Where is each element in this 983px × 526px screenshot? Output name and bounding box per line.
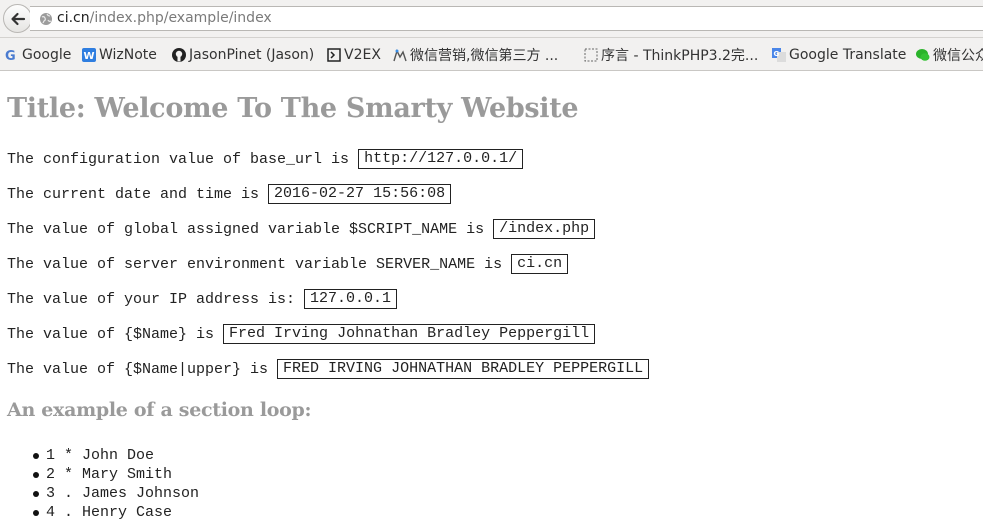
bookmark-label: V2EX	[344, 47, 381, 63]
page-title: Title: Welcome To The Smarty Website	[7, 93, 579, 124]
list-item: 4 . Henry Case	[33, 503, 199, 522]
svg-text:G: G	[5, 49, 16, 62]
line-value: FRED IRVING JOHNATHAN BRADLEY PEPPERGILL	[277, 359, 650, 379]
line-label: The current date and time is	[7, 185, 260, 203]
url-field[interactable]: ci.cn/index.php/example/index	[30, 6, 983, 31]
back-button[interactable]	[3, 4, 32, 33]
translate-icon: G	[772, 48, 786, 62]
section-loop-list: 1 * John Doe 2 * Mary Smith 3 . James Jo…	[33, 446, 199, 522]
list-item: 1 * John Doe	[33, 446, 199, 465]
bookmark-weixin-marketing[interactable]: 微信营销,微信第三方 ...	[393, 46, 558, 64]
github-icon	[172, 48, 186, 62]
ip-address-line: The value of your IP address is: 127.0.0.…	[7, 289, 398, 309]
page-icon	[584, 48, 598, 62]
list-item-text: 2 * Mary Smith	[46, 466, 173, 483]
line-value: /index.php	[493, 219, 596, 239]
wechat-icon	[916, 49, 930, 61]
bookmark-label: Google Translate	[789, 47, 907, 63]
line-value: Fred Irving Johnathan Bradley Peppergill	[223, 324, 596, 344]
url-path: /index.php/example/index	[89, 10, 272, 26]
bookmarks-bar: G Google W WizNote JasonPinet (Jason) V2…	[0, 38, 983, 71]
bookmark-label: 微信营销,微信第三方 ...	[410, 48, 559, 64]
bookmark-label: WizNote	[99, 47, 157, 63]
line-value: 127.0.0.1	[304, 289, 398, 309]
bookmark-google[interactable]: G Google	[5, 46, 71, 64]
bullet-icon	[33, 471, 39, 478]
bookmark-wiznote[interactable]: W WizNote	[82, 46, 157, 64]
line-label: The value of server environment variable…	[7, 255, 503, 273]
line-value: ci.cn	[511, 254, 569, 274]
section-heading: An example of a section loop:	[7, 399, 312, 421]
svg-text:W: W	[84, 51, 95, 62]
bookmark-thinkphp[interactable]: 序言 - ThinkPHP3.2完...	[584, 46, 758, 64]
page-content: Title: Welcome To The Smarty Website The…	[0, 72, 983, 526]
script-name-line: The value of global assigned variable $S…	[7, 219, 596, 239]
bullet-icon	[33, 509, 39, 516]
server-name-line: The value of server environment variable…	[7, 254, 569, 274]
address-bar: ci.cn/index.php/example/index	[0, 0, 983, 38]
list-item-text: 4 . Henry Case	[46, 504, 173, 521]
line-label: The value of global assigned variable $S…	[7, 220, 485, 238]
bookmark-label: 微信公众	[933, 48, 983, 64]
line-label: The value of your IP address is:	[7, 290, 296, 308]
list-item-text: 1 * John Doe	[46, 447, 155, 464]
datetime-line: The current date and time is 2016-02-27 1…	[7, 184, 452, 204]
list-item: 2 * Mary Smith	[33, 465, 199, 484]
bookmark-label: Google	[22, 47, 72, 63]
v2ex-icon	[327, 48, 341, 62]
base-url-line: The configuration value of base_url is ht…	[7, 149, 524, 169]
url-text: ci.cn/index.php/example/index	[57, 10, 272, 26]
bullet-icon	[33, 452, 39, 459]
name-line: The value of {$Name} is Fred Irving Johna…	[7, 324, 596, 344]
line-label: The value of {$Name|upper} is	[7, 360, 269, 378]
line-value: 2016-02-27 15:56:08	[268, 184, 452, 204]
weixin-marketing-icon	[393, 49, 407, 62]
bookmark-label: JasonPinet (Jason)	[189, 47, 315, 63]
bookmark-wechat[interactable]: 微信公众	[916, 46, 983, 64]
list-item: 3 . James Johnson	[33, 484, 199, 503]
line-value: http://127.0.0.1/	[358, 149, 524, 169]
line-label: The value of {$Name} is	[7, 325, 215, 343]
bookmark-label: 序言 - ThinkPHP3.2完...	[601, 48, 759, 64]
wiznote-icon: W	[82, 48, 96, 62]
bullet-icon	[33, 490, 39, 497]
svg-text:G: G	[774, 50, 780, 58]
url-host: ci.cn	[57, 10, 90, 26]
google-icon: G	[5, 49, 16, 62]
name-upper-line: The value of {$Name|upper} is FRED IRVING…	[7, 359, 650, 379]
bookmark-v2ex[interactable]: V2EX	[327, 46, 381, 64]
bookmark-github[interactable]: JasonPinet (Jason)	[172, 46, 314, 64]
list-item-text: 3 . James Johnson	[46, 485, 200, 502]
globe-icon	[40, 13, 52, 25]
bookmark-google-translate[interactable]: G Google Translate	[772, 46, 906, 64]
back-arrow-icon	[10, 12, 25, 25]
line-label: The configuration value of base_url is	[7, 150, 350, 168]
